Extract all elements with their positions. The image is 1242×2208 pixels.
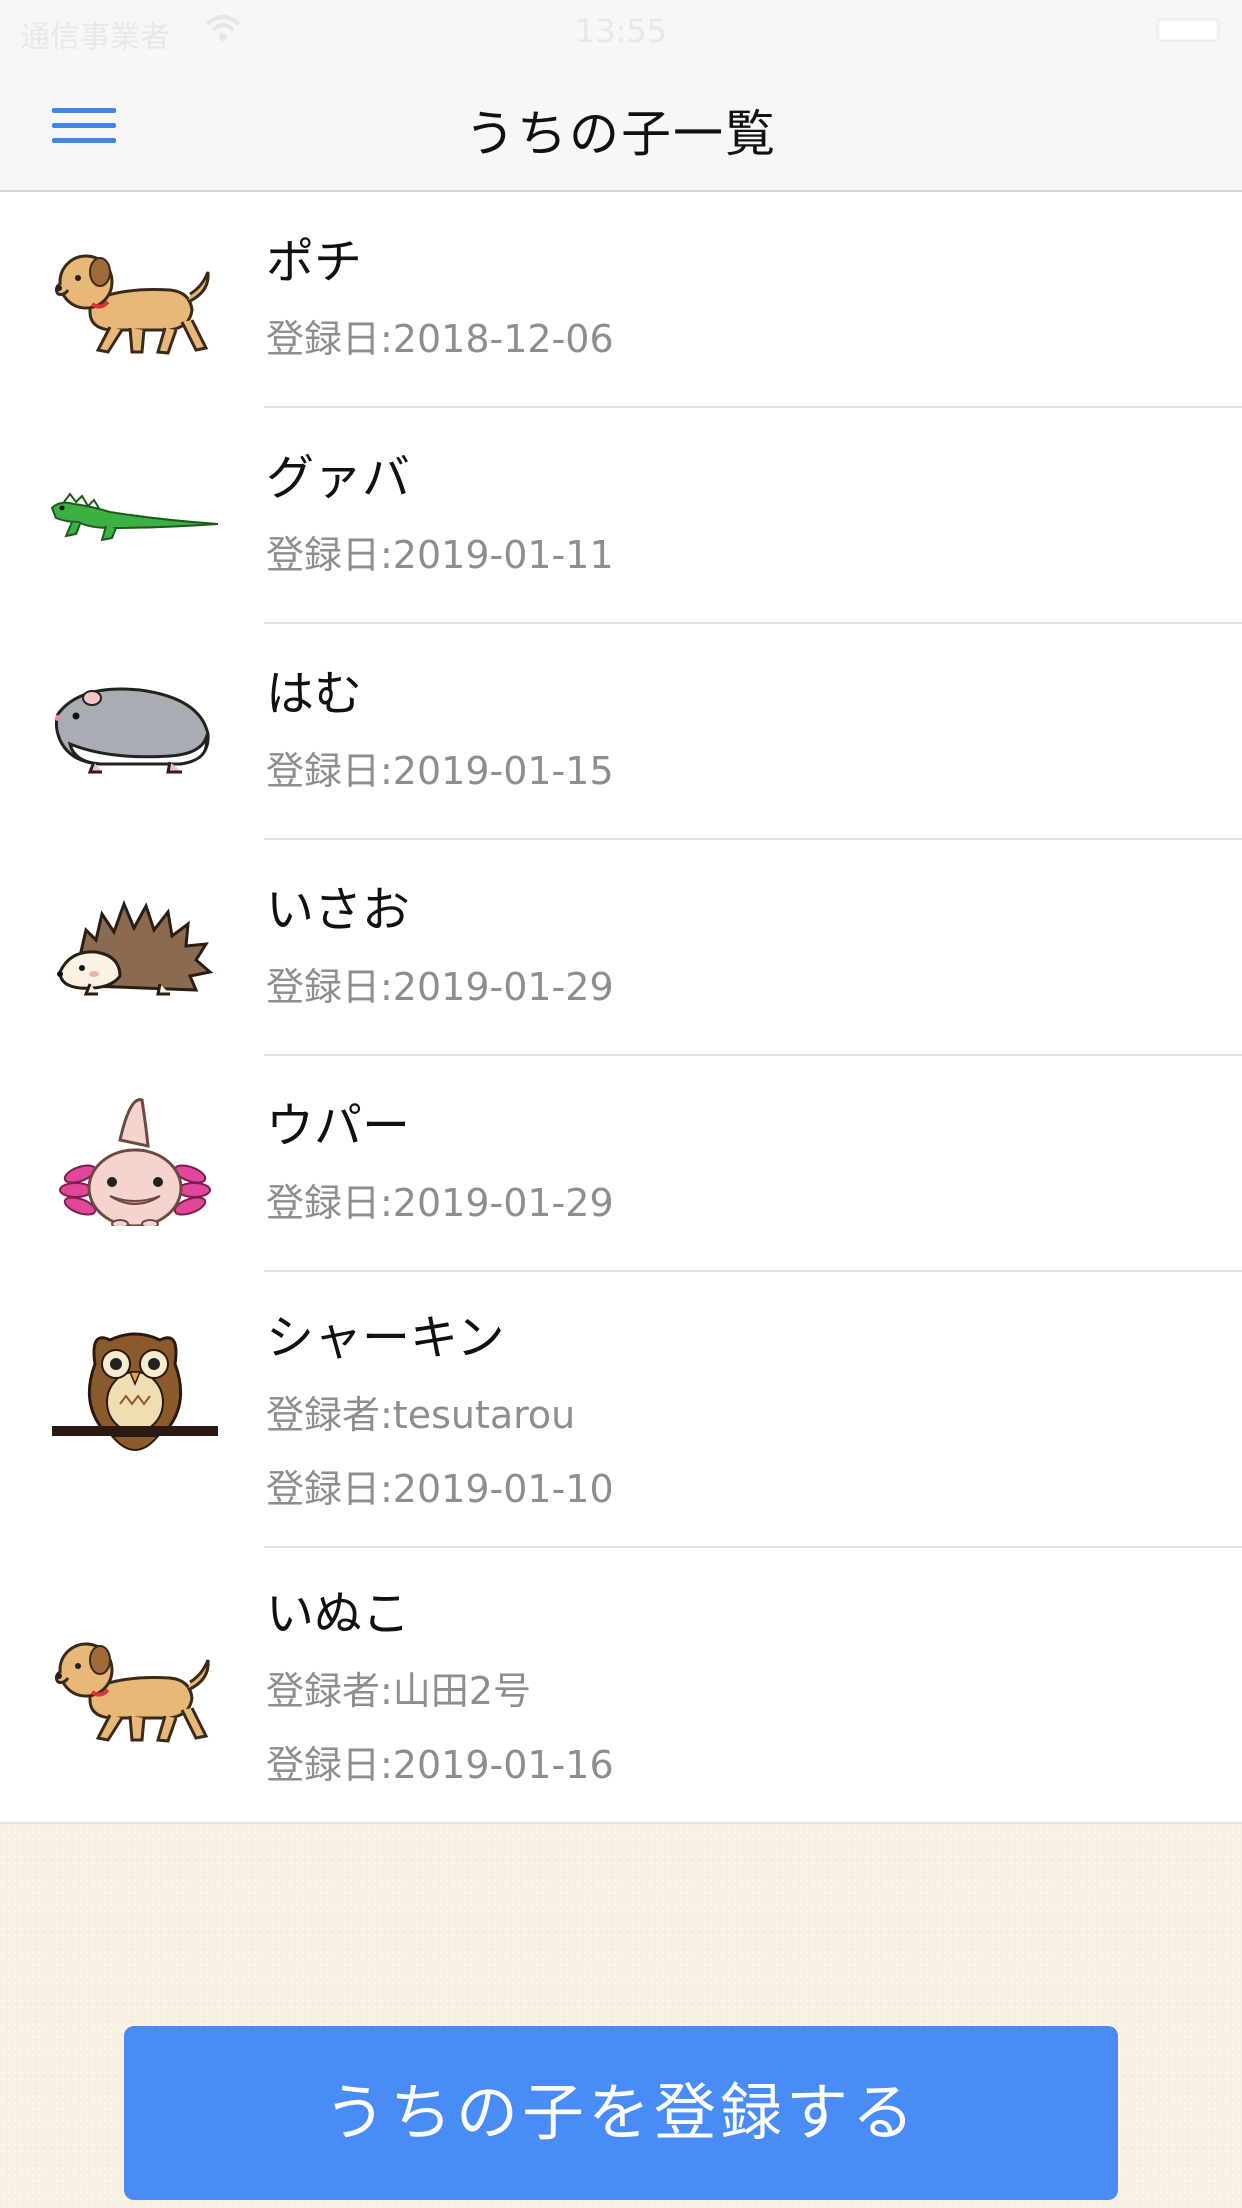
register-pet-button[interactable]: うちの子を登録する: [124, 2026, 1118, 2200]
pet-name: グァバ: [266, 450, 411, 506]
iguana-icon: [50, 492, 219, 542]
pet-registered-by: 登録者:山田2号: [266, 1669, 531, 1713]
dog-icon: [54, 254, 210, 355]
pet-name: はむ: [266, 666, 363, 722]
owl-icon: [52, 1332, 218, 1451]
pet-registration-date: 登録日:2019-01-11: [266, 533, 614, 577]
pet-list-item[interactable]: グァバ 登録日:2019-01-11: [0, 408, 1242, 624]
pet-name: シャーキン: [266, 1310, 505, 1366]
pet-list-item[interactable]: シャーキン 登録者:tesutarou 登録日:2019-01-10: [0, 1272, 1242, 1548]
pet-list-item[interactable]: はむ 登録日:2019-01-15: [0, 624, 1242, 840]
status-bar: 通信事業者 13:55: [0, 0, 1242, 62]
pet-list-item[interactable]: ウパー 登録日:2019-01-29: [0, 1056, 1242, 1272]
pet-name: いぬこ: [266, 1586, 411, 1642]
hedgehog-icon: [57, 899, 214, 996]
battery-icon: [1156, 18, 1220, 42]
pet-name: ポチ: [266, 234, 363, 290]
dog-icon: [54, 1642, 210, 1743]
pet-list-item[interactable]: いぬこ 登録者:山田2号 登録日:2019-01-16: [0, 1548, 1242, 1824]
clock-label: 13:55: [574, 12, 668, 50]
pet-registered-by: 登録者:tesutarou: [266, 1393, 576, 1437]
page-title: うちの子一覧: [465, 105, 777, 163]
navigation-bar: うちの子一覧: [0, 62, 1242, 192]
pet-registration-date: 登録日:2019-01-10: [266, 1467, 614, 1511]
axolotl-icon: [59, 1098, 211, 1226]
pet-list-item[interactable]: ポチ 登録日:2018-12-06: [0, 192, 1242, 408]
pet-list: ポチ 登録日:2018-12-06 グァバ 登録日:2019-01-11 はむ …: [0, 192, 1242, 1824]
hamster-icon: [54, 687, 210, 774]
pet-name: ウパー: [266, 1098, 411, 1154]
pet-registration-date: 登録日:2019-01-15: [266, 749, 614, 793]
pet-registration-date: 登録日:2019-01-29: [266, 1181, 614, 1225]
pet-registration-date: 登録日:2018-12-06: [266, 317, 614, 361]
footer-area: うちの子を登録する: [0, 1824, 1242, 2208]
pet-list-item[interactable]: いさお 登録日:2019-01-29: [0, 840, 1242, 1056]
pet-registration-date: 登録日:2019-01-16: [266, 1743, 614, 1787]
pet-registration-date: 登録日:2019-01-29: [266, 965, 614, 1009]
pet-name: いさお: [266, 882, 411, 938]
